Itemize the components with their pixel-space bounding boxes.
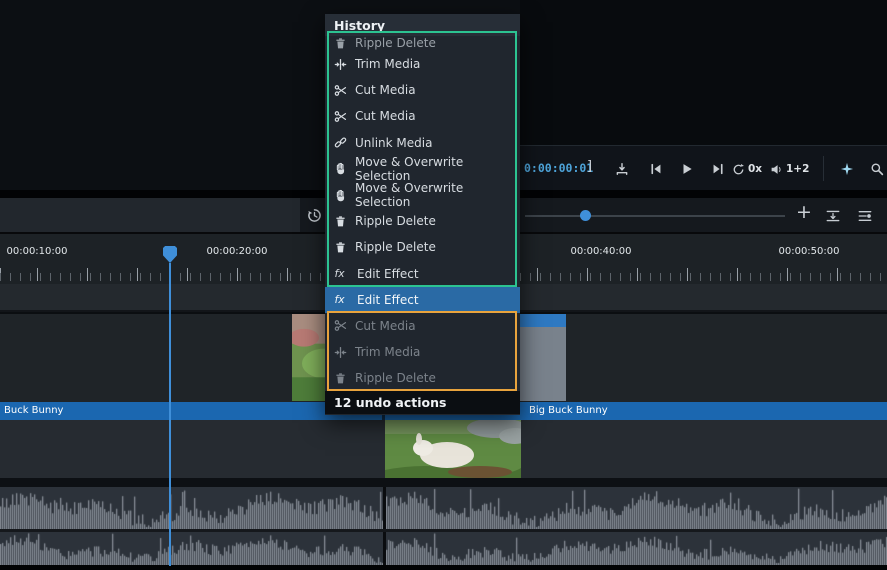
history-panel: History Ripple Delete Trim Media Cut Med… [325,14,520,415]
clip-fragment[interactable] [520,314,566,401]
skip-back-icon [649,162,663,176]
clip-fragment-header [520,314,566,327]
trash-icon [334,241,347,254]
history-item[interactable]: Ripple Delete [325,234,520,260]
track-options-icon [857,208,873,224]
scissors-icon [334,84,347,97]
unlink-icon [334,136,347,149]
fx-icon [334,267,349,280]
history-item-label: Ripple Delete [355,371,436,385]
audio-channels-button[interactable]: 1+2 [770,157,809,181]
play-button[interactable] [675,157,699,181]
history-item-selected[interactable]: Edit Effect [325,287,520,313]
timeline-zoom-slider-thumb[interactable] [580,210,591,221]
history-item[interactable]: Ripple Delete [325,365,520,391]
transport-toolbar: 0:00:00:01 ] 0x 1+2 [520,145,887,190]
history-item[interactable]: Ripple Delete [325,208,520,234]
ruler-label: 00:00:10:00 [6,246,67,257]
history-item[interactable]: Unlink Media [325,130,520,156]
play-icon [680,162,694,176]
timecode-display[interactable]: 0:00:00:01 [524,161,593,175]
timeline-toolbar-left-panel [0,198,300,232]
speaker-icon [770,163,783,176]
audio-channels-label: 1+2 [786,163,809,175]
add-track-button[interactable] [823,206,843,226]
history-item[interactable]: Cut Media [325,77,520,103]
history-undo-icon [306,207,323,224]
trash-icon [334,215,347,228]
insert-edit-button[interactable] [610,157,634,181]
audio-waveform-clip[interactable] [386,487,887,529]
history-item[interactable]: Trim Media [325,51,520,77]
thumbnail-image [385,420,521,478]
history-item-label: Ripple Delete [355,214,436,228]
history-item-label: Unlink Media [355,136,432,150]
history-item-label: Cut Media [355,319,416,333]
hand-icon [334,162,347,175]
insert-icon [615,162,629,176]
playback-speed-button[interactable]: 0x [732,157,762,181]
audio-waveform-clip[interactable] [0,532,383,565]
hand-icon [334,189,347,202]
history-item[interactable]: Cut Media [325,103,520,129]
history-item[interactable]: Cut Media [325,313,520,339]
scissors-icon [334,319,347,332]
history-item-label: Move & Overwrite Selection [355,181,520,209]
history-item-label: Ripple Delete [355,36,436,50]
history-item-label: Edit Effect [357,293,419,307]
out-point-bracket-icon: ] [587,159,592,174]
bottom-edge [0,565,887,570]
ruler-label: 00:00:50:00 [778,246,839,257]
clip-thumbnail-bunny[interactable] [385,420,521,478]
skip-forward-icon [711,162,725,176]
history-item[interactable]: Trim Media [325,339,520,365]
timeline-zoom-slider-track[interactable] [525,215,785,217]
skip-back-button[interactable] [644,157,668,181]
zoom-icon [870,162,884,176]
loop-speed-icon [732,163,745,176]
fx-icon [334,293,349,306]
effects-button[interactable] [835,157,859,181]
preview-panel-area [520,0,887,145]
history-item-label: Cut Media [355,83,416,97]
audio-waveform-clip[interactable] [0,487,383,529]
add-button[interactable]: + [793,201,815,227]
audio-waveform-clip[interactable] [386,532,887,565]
history-item[interactable]: Edit Effect [325,261,520,287]
clip-label-left: Buck Bunny [4,405,63,416]
speed-label: 0x [748,163,762,175]
history-item[interactable]: Move & Overwrite Selection [325,156,520,182]
track-options-button[interactable] [855,206,875,226]
scissors-icon [334,110,347,123]
video-editor-app: 0:00:00:01 ] 0x 1+2 + 00:00:10:00 00:00:… [0,0,887,570]
zoom-button[interactable] [865,157,887,181]
history-item-label: Ripple Delete [355,240,436,254]
history-item-label: Trim Media [355,57,420,71]
trim-icon [334,346,347,359]
add-track-icon [825,208,841,224]
audio-clip-boundary [383,487,386,529]
audio-clip-boundary [383,532,386,565]
skip-forward-button[interactable] [706,157,730,181]
track-gap [0,478,887,487]
trash-icon [334,372,347,385]
history-item-label: Cut Media [355,109,416,123]
ruler-label: 00:00:20:00 [206,246,267,257]
toolbar-divider [823,156,824,181]
sparkle-icon [840,162,854,176]
history-panel-title: History [325,14,520,36]
history-item[interactable]: Ripple Delete [325,36,520,51]
history-item-label: Trim Media [355,345,420,359]
trash-icon [334,37,347,50]
history-undo-count: 12 undo actions [325,391,520,414]
trim-icon [334,58,347,71]
history-item-label: Move & Overwrite Selection [355,155,520,183]
clip-label-right: Big Buck Bunny [529,405,608,416]
ruler-label: 00:00:40:00 [570,246,631,257]
history-undo-button[interactable] [303,204,325,226]
history-item-label: Edit Effect [357,267,419,281]
history-item[interactable]: Move & Overwrite Selection [325,182,520,208]
